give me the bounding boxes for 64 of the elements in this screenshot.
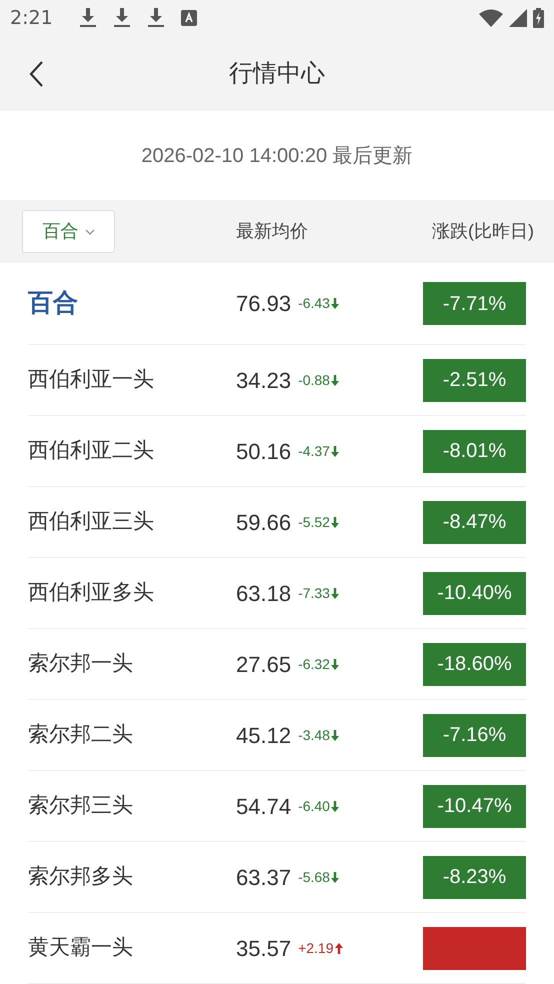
price-change: -6.40: [298, 796, 339, 816]
average-price: 63.18: [236, 580, 292, 608]
price-change: -6.43: [298, 293, 339, 314]
down-arrow-icon: [330, 872, 339, 882]
percent-change-badge: -8.01%: [423, 430, 526, 472]
percent-change-badge: -10.47%: [423, 784, 526, 828]
average-price: 76.93: [236, 290, 292, 318]
percent-change-badge: -8.23%: [423, 856, 526, 898]
status-time: 2:21: [10, 6, 53, 32]
price-change: -6.32: [298, 654, 339, 674]
average-price: 54.74: [236, 792, 292, 820]
price-change: -5.68: [298, 866, 339, 888]
average-price: 35.57: [236, 934, 292, 962]
signal-icon: [509, 9, 527, 28]
product-name: 西伯利亚多头: [28, 580, 155, 606]
back-icon: [29, 60, 43, 87]
wifi-icon: [479, 9, 503, 28]
down-arrow-icon: [330, 730, 339, 740]
price-change: +2.19: [298, 938, 342, 958]
down-arrow-icon: [330, 516, 339, 528]
average-price: 59.66: [236, 508, 292, 536]
price-change: -4.37: [298, 440, 339, 462]
download-icon: [112, 8, 131, 28]
app-notification-icon: [180, 10, 197, 26]
product-name: 索尔邦一头: [28, 651, 134, 678]
product-name: 百合: [28, 288, 79, 319]
product-name: 西伯利亚一头: [28, 367, 155, 394]
down-arrow-icon: [330, 374, 339, 386]
average-price: 50.16: [236, 438, 292, 466]
product-name: 西伯利亚三头: [28, 509, 155, 536]
update-time: 2026-02-10 14:00:20 最后更新: [141, 144, 413, 169]
product-name: 索尔邦多头: [28, 864, 134, 890]
percent-change-badge: -7.16%: [423, 714, 526, 756]
down-arrow-icon: [330, 658, 339, 670]
down-arrow-icon: [330, 588, 339, 598]
product-name: 索尔邦二头: [28, 722, 134, 748]
average-price: 34.23: [236, 366, 292, 394]
download-icon: [78, 8, 97, 28]
category-dropdown[interactable]: 百合: [22, 210, 115, 254]
column-header: 最新均价: [236, 220, 308, 244]
download-icon: [146, 8, 165, 28]
battery-icon: [533, 8, 544, 28]
down-arrow-icon: [330, 446, 339, 456]
percent-change-badge: -2.51%: [423, 358, 526, 402]
up-arrow-icon: [334, 942, 342, 954]
down-arrow-icon: [330, 800, 339, 812]
product-name: 黄天霸一头: [28, 935, 134, 962]
product-name: 西伯利亚二头: [28, 438, 155, 464]
average-price: 27.65: [236, 650, 292, 678]
percent-change-badge: -10.40%: [423, 572, 526, 614]
price-change: -5.52: [298, 512, 339, 532]
average-price: 63.37: [236, 864, 292, 892]
price-change: -0.88: [298, 370, 339, 390]
percent-change-badge: -7.71%: [423, 282, 526, 325]
price-change: -3.48: [298, 724, 339, 746]
down-arrow-icon: [330, 298, 339, 309]
product-name: 索尔邦三头: [28, 793, 134, 820]
column-header: 涨跌(比昨日): [432, 220, 534, 244]
page-title: 行情中心: [229, 58, 325, 89]
percent-change-badge: -18.60%: [423, 642, 526, 686]
average-price: 45.12: [236, 722, 292, 750]
price-change: -7.33: [298, 582, 339, 604]
chevron-down-icon: [84, 228, 94, 235]
percent-change-badge: -8.47%: [423, 500, 526, 544]
